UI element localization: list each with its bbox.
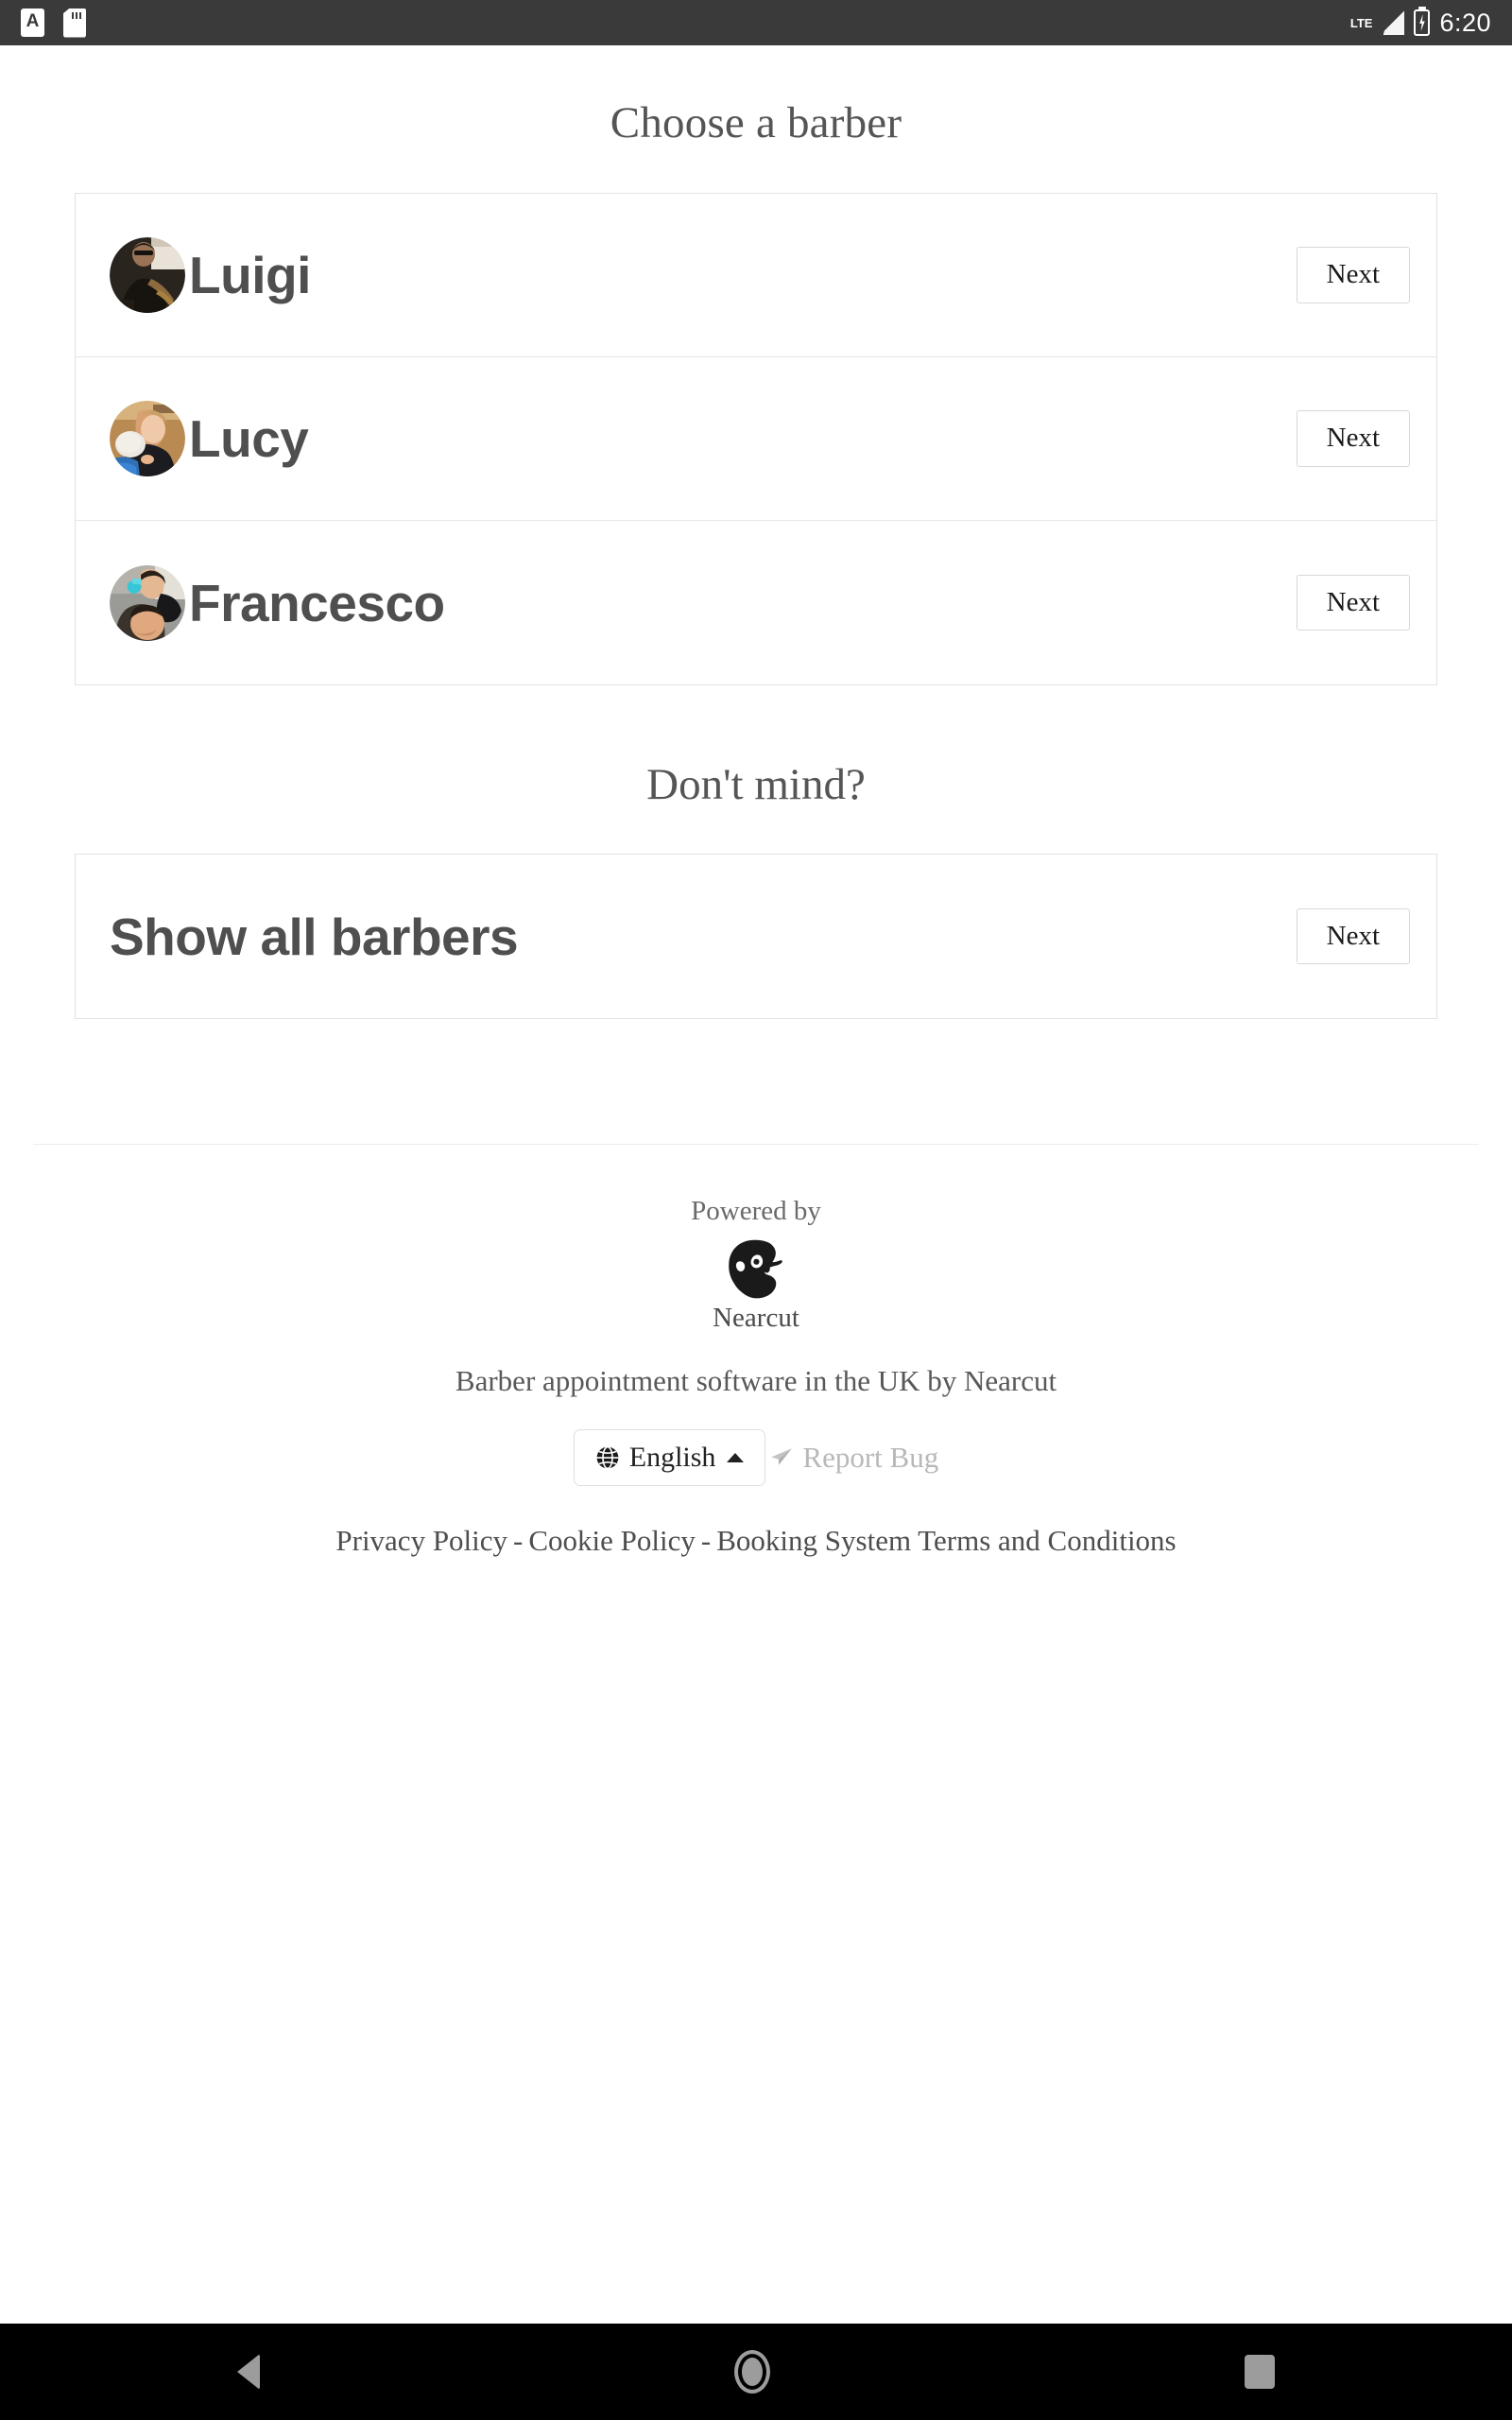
privacy-policy-link[interactable]: Privacy Policy xyxy=(335,1524,507,1557)
language-selector-button[interactable]: English xyxy=(573,1429,766,1486)
show-all-row[interactable]: Show all barbers Next xyxy=(76,855,1436,1018)
paper-plane-icon xyxy=(771,1448,793,1465)
home-icon[interactable] xyxy=(734,2350,770,2394)
next-button-lucy[interactable]: Next xyxy=(1296,410,1410,467)
legal-separator-2: - xyxy=(700,1524,712,1557)
phone-screen: A LTE 6:20 Choose a barber Luigi Next Lu… xyxy=(0,0,1512,2420)
barber-list-card: Luigi Next Lucy Next Francesco Next xyxy=(75,193,1437,685)
report-bug-link[interactable]: Report Bug xyxy=(769,1441,938,1475)
show-all-card: Show all barbers Next xyxy=(75,854,1437,1019)
barber-row-luigi[interactable]: Luigi Next xyxy=(76,194,1436,357)
dont-mind-heading: Don't mind? xyxy=(646,760,866,809)
globe-icon xyxy=(596,1445,619,1470)
next-button-luigi[interactable]: Next xyxy=(1296,247,1410,303)
show-all-label: Show all barbers xyxy=(110,907,519,966)
report-bug-label: Report Bug xyxy=(802,1441,939,1474)
barber-name-luigi: Luigi xyxy=(189,246,311,304)
chevron-up-icon xyxy=(727,1453,745,1462)
next-button-francesco[interactable]: Next xyxy=(1296,574,1410,631)
footer: Powered by Nearcut Barber appointment so… xyxy=(0,1145,1512,1558)
battery-charging-icon xyxy=(1414,9,1431,36)
signal-strength-icon xyxy=(1380,10,1405,35)
nearcut-bearded-man-logo-icon xyxy=(714,1238,798,1301)
status-bar: A LTE 6:20 xyxy=(0,0,1512,45)
footer-tagline: Barber appointment software in the UK by… xyxy=(455,1364,1057,1397)
barber-row-francesco[interactable]: Francesco Next xyxy=(76,521,1436,684)
status-bar-right-icons: LTE 6:20 xyxy=(1350,9,1491,38)
avatar-luigi xyxy=(110,237,185,313)
cookie-policy-link[interactable]: Cookie Policy xyxy=(528,1524,696,1557)
lte-label: LTE xyxy=(1349,15,1373,30)
recents-icon[interactable] xyxy=(1245,2355,1275,2389)
legal-separator-1: - xyxy=(513,1524,524,1557)
back-icon[interactable] xyxy=(237,2354,260,2390)
app-notification-a-icon: A xyxy=(21,9,44,37)
status-bar-left-icons: A xyxy=(21,8,86,38)
terms-and-conditions-link[interactable]: Booking System Terms and Conditions xyxy=(716,1524,1176,1557)
barber-row-lucy[interactable]: Lucy Next xyxy=(76,357,1436,521)
next-button-show-all[interactable]: Next xyxy=(1296,908,1410,965)
sdcard-icon xyxy=(63,8,86,38)
legal-links: Privacy Policy - Cookie Policy - Booking Sys… xyxy=(0,1524,1512,1558)
android-navigation-bar xyxy=(0,2324,1512,2420)
page-content: Choose a barber Luigi Next Lucy Next Fra… xyxy=(0,45,1512,2324)
barber-name-francesco: Francesco xyxy=(189,573,445,632)
clock-label: 6:20 xyxy=(1439,8,1491,37)
page-title: Choose a barber xyxy=(610,98,902,147)
barber-name-lucy: Lucy xyxy=(189,409,309,468)
powered-by-label: Powered by xyxy=(691,1196,821,1226)
avatar-francesco xyxy=(110,564,185,641)
brand-name: Nearcut xyxy=(713,1303,799,1333)
language-label: English xyxy=(628,1442,716,1473)
avatar-lucy xyxy=(110,401,185,476)
